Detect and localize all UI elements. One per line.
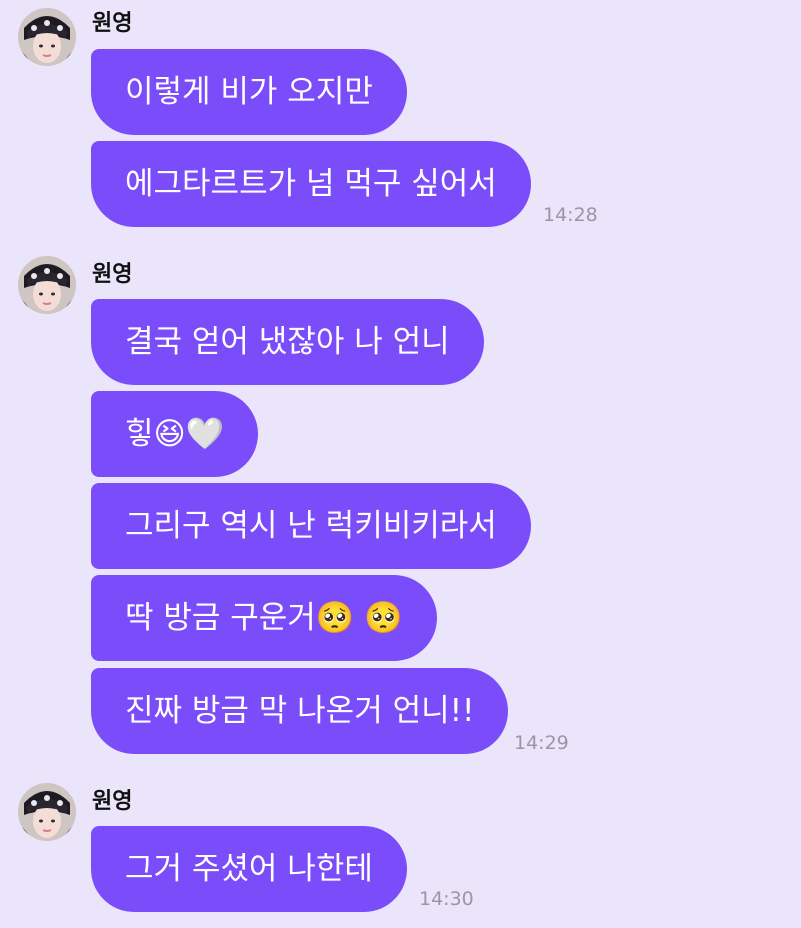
message-bubble[interactable]: 에그타르트가 넘 먹구 싶어서: [91, 141, 531, 227]
message-bubble[interactable]: 결국 얻어 냈잖아 나 언니: [91, 299, 484, 385]
message-bubble[interactable]: 이렇게 비가 오지만: [91, 49, 407, 135]
message-bubble[interactable]: 그거 주셨어 나한테: [91, 826, 407, 912]
avatar[interactable]: [18, 256, 76, 314]
sender-name: 원영: [92, 262, 133, 287]
message-timestamp: 14:29: [514, 732, 569, 754]
avatar[interactable]: [18, 783, 76, 841]
avatar[interactable]: [18, 8, 76, 66]
message-bubble[interactable]: 힣😆🤍: [91, 391, 259, 477]
message-bubble[interactable]: 딱 방금 구운거🥺 🥺: [91, 575, 437, 661]
message-timestamp: 14:30: [419, 888, 474, 910]
sender-name: 원영: [92, 11, 133, 36]
sender-name: 원영: [92, 789, 133, 814]
message-bubble[interactable]: 진짜 방금 막 나온거 언니!!: [91, 668, 509, 754]
message-bubble[interactable]: 그리구 역시 난 럭키비키라서: [91, 483, 531, 569]
message-timestamp: 14:28: [543, 204, 598, 226]
